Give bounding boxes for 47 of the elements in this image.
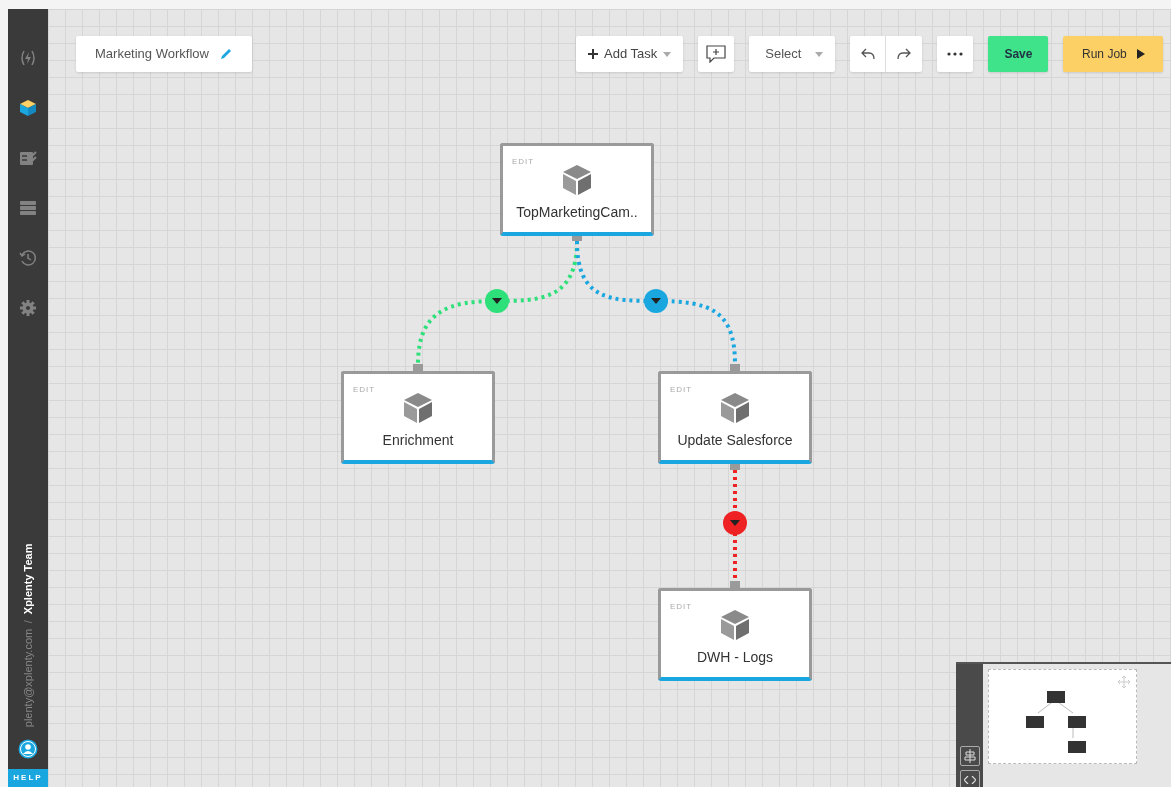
- server-icon: [19, 199, 37, 217]
- select-dropdown[interactable]: Select: [749, 36, 836, 72]
- task-node[interactable]: EDIT Enrichment: [341, 371, 495, 464]
- align-button[interactable]: [959, 746, 980, 766]
- workflow-name: Marketing Workflow: [95, 45, 209, 64]
- node-label: Update Salesforce: [677, 431, 793, 450]
- task-node[interactable]: EDIT DWH - Logs: [658, 588, 812, 681]
- more-button[interactable]: [937, 36, 974, 72]
- save-button[interactable]: Save: [988, 36, 1049, 72]
- redo-icon: [897, 48, 912, 60]
- cube-icon: [403, 392, 433, 424]
- lightning-icon: [19, 49, 37, 67]
- cube-icon: [562, 164, 592, 196]
- node-label: TopMarketingCam..: [516, 203, 638, 222]
- caret-icon: [663, 51, 672, 57]
- node-label: Enrichment: [382, 431, 454, 450]
- code-button[interactable]: [959, 770, 980, 787]
- add-task-button[interactable]: Add Task: [576, 36, 684, 72]
- cube-icon: [720, 392, 750, 424]
- account-email: plenty@xplenty.com: [20, 628, 35, 727]
- task-node[interactable]: EDIT TopMarketingCam..: [500, 143, 654, 236]
- undo-icon: [860, 48, 875, 60]
- pencil-icon: [218, 47, 233, 61]
- cube-icon: [19, 99, 37, 117]
- more-icon: [947, 52, 964, 56]
- add-comment-icon: [706, 45, 727, 63]
- cube-icon: [720, 609, 750, 641]
- connector-handle[interactable]: [485, 289, 509, 313]
- move-icon[interactable]: [1118, 676, 1130, 688]
- caret-icon: [815, 51, 824, 57]
- align-icon: [963, 749, 976, 763]
- node-label: DWH - Logs: [696, 648, 774, 667]
- connector-handle[interactable]: [723, 511, 747, 535]
- avatar-icon[interactable]: [18, 739, 38, 759]
- workflow-title[interactable]: Marketing Workflow: [76, 36, 252, 72]
- team-name: Xplenty Team: [20, 542, 35, 614]
- run-job-button[interactable]: Run Job: [1063, 36, 1164, 72]
- connector-handle[interactable]: [644, 289, 668, 313]
- checklist-icon: [19, 149, 37, 167]
- path-separator: /: [20, 619, 35, 623]
- code-icon: [963, 776, 976, 784]
- gear-icon: [19, 299, 37, 317]
- task-node[interactable]: EDIT Update Salesforce: [658, 371, 812, 464]
- comment-button[interactable]: [698, 36, 735, 72]
- plus-icon: [588, 49, 598, 59]
- history-icon: [19, 249, 37, 267]
- play-icon: [1136, 49, 1145, 59]
